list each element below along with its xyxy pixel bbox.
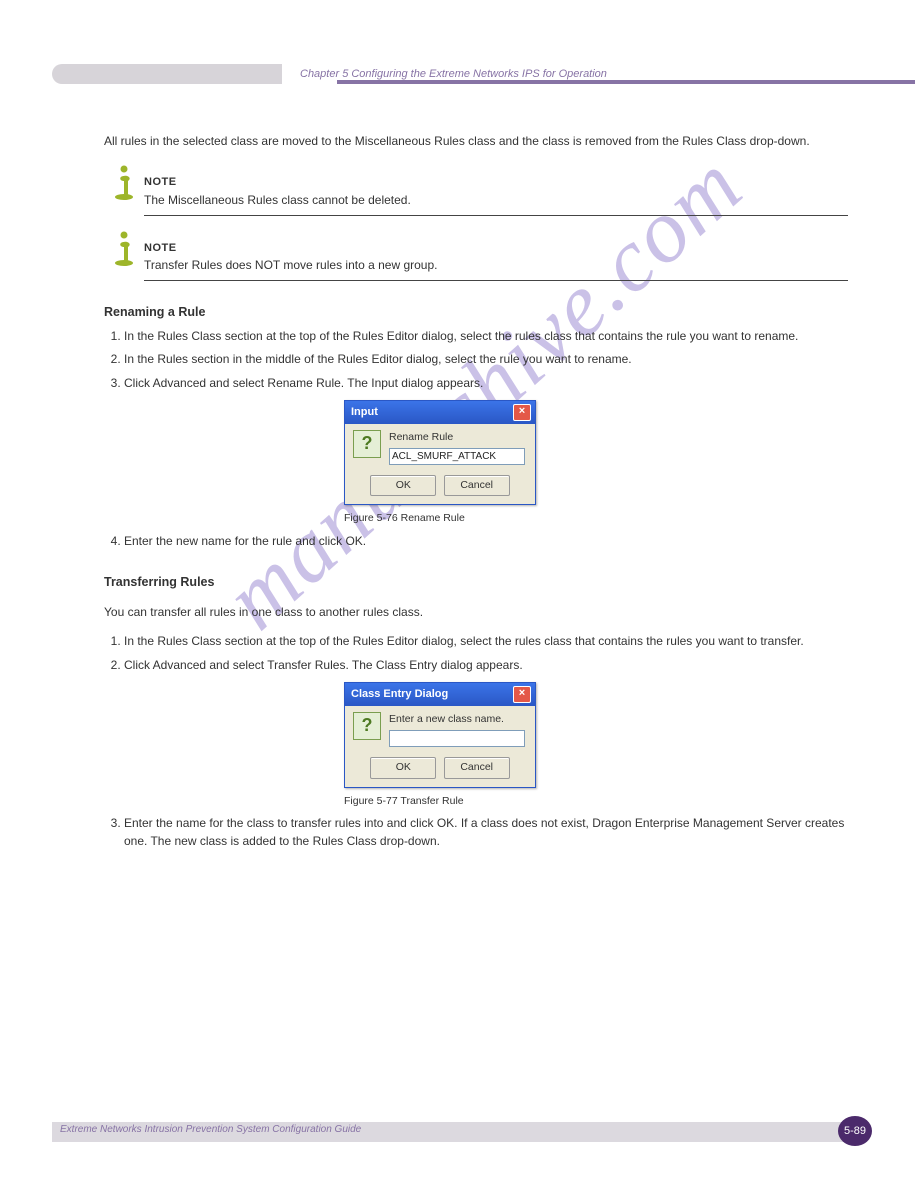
close-icon[interactable]: × — [513, 404, 531, 421]
header-accent-right — [337, 80, 915, 84]
note-body: NOTE The Miscellaneous Rules class canno… — [144, 172, 848, 216]
classname-input[interactable] — [389, 730, 525, 747]
note-label: NOTE — [144, 176, 177, 188]
dialog-label: Enter a new class name. — [389, 712, 527, 728]
step: Click Advanced and select Transfer Rules… — [124, 657, 848, 674]
rename-input[interactable]: ACL_SMURF_ATTACK — [389, 448, 525, 465]
close-icon[interactable]: × — [513, 686, 531, 703]
note-row-1: NOTE The Miscellaneous Rules class canno… — [104, 164, 848, 216]
step: Enter the name for the class to transfer… — [124, 815, 848, 850]
page-number: 5-89 — [838, 1116, 872, 1146]
info-icon — [104, 230, 144, 271]
note-text: Transfer Rules does NOT move rules into … — [144, 258, 437, 272]
dialog-title-text: Input — [351, 404, 378, 421]
cancel-button[interactable]: Cancel — [444, 757, 510, 779]
footer-text: Extreme Networks Intrusion Prevention Sy… — [60, 1124, 361, 1135]
note-row-2: NOTE Transfer Rules does NOT move rules … — [104, 230, 848, 282]
dialog-body: ? Rename Rule ACL_SMURF_ATTACK — [345, 424, 535, 473]
note-label: NOTE — [144, 242, 177, 254]
step: In the Rules Class section at the top of… — [124, 328, 848, 345]
question-icon: ? — [353, 430, 381, 458]
dialog-buttons: OK Cancel — [345, 755, 535, 787]
dialog-label: Rename Rule — [389, 430, 527, 446]
dialog-class-entry: Class Entry Dialog × ? Enter a new class… — [344, 682, 536, 788]
dialog-titlebar: Input × — [345, 401, 535, 424]
figure-caption: Figure 5-77 Transfer Rule — [344, 794, 848, 810]
note-body: NOTE Transfer Rules does NOT move rules … — [144, 238, 848, 282]
section-heading-rename: Renaming a Rule — [104, 303, 848, 322]
step: Click Advanced and select Rename Rule. T… — [124, 375, 848, 392]
transfer-steps-cont: Enter the name for the class to transfer… — [104, 815, 848, 850]
breadcrumb: Chapter 5 Configuring the Extreme Networ… — [300, 68, 607, 80]
transfer-steps: In the Rules Class section at the top of… — [104, 633, 848, 674]
dialog-rename-rule: Input × ? Rename Rule ACL_SMURF_ATTACK O… — [344, 400, 536, 506]
cancel-button[interactable]: Cancel — [444, 475, 510, 497]
step: In the Rules section in the middle of th… — [124, 351, 848, 368]
question-icon: ? — [353, 712, 381, 740]
dialog-body: ? Enter a new class name. — [345, 706, 535, 755]
step: In the Rules Class section at the top of… — [124, 633, 848, 650]
rename-steps: In the Rules Class section at the top of… — [104, 328, 848, 392]
dialog-titlebar: Class Entry Dialog × — [345, 683, 535, 706]
info-icon — [104, 164, 144, 205]
header-accent-left — [52, 64, 282, 84]
page-body: All rules in the selected class are move… — [104, 120, 848, 858]
dialog-title-text: Class Entry Dialog — [351, 686, 448, 703]
note-text: The Miscellaneous Rules class cannot be … — [144, 193, 411, 207]
dialog-buttons: OK Cancel — [345, 473, 535, 505]
rename-steps-cont: Enter the new name for the rule and clic… — [104, 533, 848, 550]
transfer-intro: You can transfer all rules in one class … — [104, 603, 848, 621]
figure-caption: Figure 5-76 Rename Rule — [344, 511, 848, 527]
section-heading-transfer: Transferring Rules — [104, 573, 848, 592]
ok-button[interactable]: OK — [370, 475, 436, 497]
ok-button[interactable]: OK — [370, 757, 436, 779]
step: Enter the new name for the rule and clic… — [124, 533, 848, 550]
intro-paragraph: All rules in the selected class are move… — [104, 132, 848, 150]
